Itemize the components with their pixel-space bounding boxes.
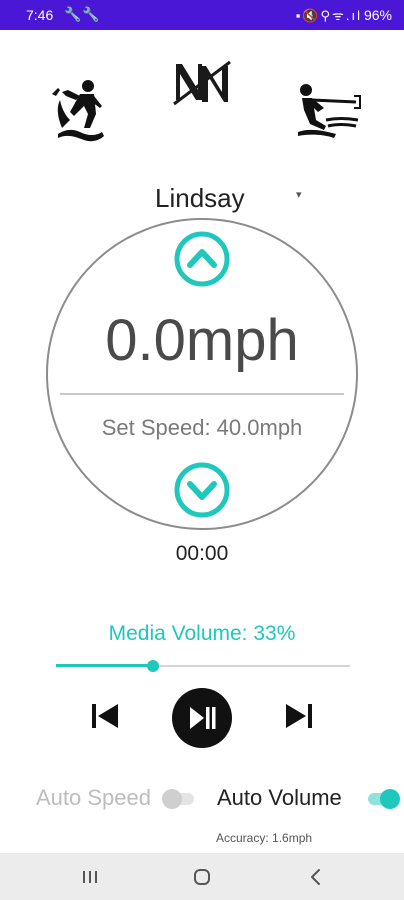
chevron-down-icon [187, 481, 217, 500]
skip-previous-button[interactable] [88, 700, 122, 732]
auto-volume-toggle[interactable] [366, 788, 402, 809]
auto-speed-toggle[interactable] [162, 788, 198, 809]
switch-thumb [380, 789, 400, 809]
switch-thumb [162, 789, 182, 809]
home-icon[interactable] [187, 863, 217, 891]
chevron-up-icon [187, 249, 217, 268]
profile-dropdown[interactable]: Lindsay ▾ [150, 180, 320, 216]
wakesurf-rider-icon[interactable] [44, 76, 106, 144]
slider-thumb[interactable] [147, 660, 159, 672]
back-icon[interactable] [301, 863, 331, 891]
speed-up-button[interactable] [173, 230, 231, 288]
set-speed-label: Set Speed: 40.0mph [101, 415, 303, 440]
skip-next-icon [286, 704, 306, 728]
wakeboard-skier-icon[interactable] [296, 84, 362, 140]
skip-next-button[interactable] [282, 700, 316, 732]
status-indicators-icon: ▪🔇⚲ᯤ.ıl [295, 8, 362, 23]
dial-divider [60, 393, 344, 395]
skip-previous-icon [92, 704, 96, 728]
status-bar: 7:46 🔧🔧 ▪🔇⚲ᯤ.ıl 96% [0, 0, 404, 30]
battery-level: 96% [363, 7, 392, 23]
wrench-icon: 🔧🔧 [64, 6, 101, 22]
play-pause-button[interactable] [171, 687, 233, 749]
accuracy-label: Accuracy: 1.6mph [216, 831, 313, 845]
media-volume-label: Media Volume: 33% [108, 622, 296, 645]
current-speed: 0.0mph [105, 308, 299, 373]
elapsed-timer: 00:00 [175, 542, 229, 565]
status-time: 7:46 [26, 7, 54, 23]
recent-apps-icon[interactable] [75, 863, 105, 891]
profile-name: Lindsay [155, 183, 245, 213]
nn-logo [173, 60, 231, 106]
system-nav-bar [0, 853, 404, 900]
auto-volume-label: Auto Volume [217, 785, 342, 810]
slider-fill [56, 664, 153, 667]
auto-speed-label: Auto Speed [36, 785, 151, 810]
volume-slider[interactable] [56, 658, 350, 674]
dropdown-caret-icon: ▾ [296, 189, 302, 201]
speed-down-button[interactable] [173, 461, 231, 519]
